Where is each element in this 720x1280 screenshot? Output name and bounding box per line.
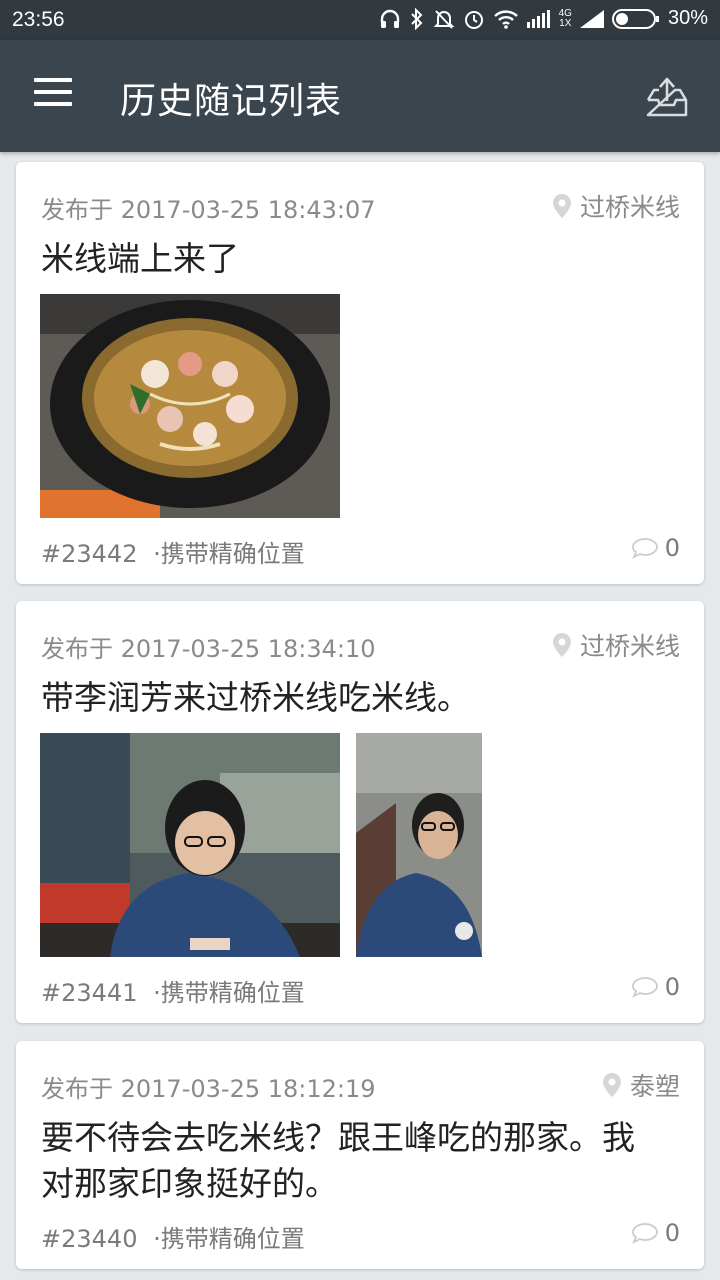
post-text: 要不待会去吃米线？跟王峰吃的那家。我对那家印象挺好的。 xyxy=(41,1118,635,1203)
post-photo-person-1[interactable] xyxy=(40,733,340,957)
page-title: 历史随记列表 xyxy=(120,81,343,122)
location[interactable]: 过桥米线 xyxy=(552,627,680,663)
post-card[interactable]: 发布于 2017-03-25 18:12:19 泰塑 要不待会去吃米线？跟王峰吃… xyxy=(16,1041,704,1269)
post-card[interactable]: 发布于 2017-03-25 18:34:10 过桥米线 带李润芳来过桥米线吃米… xyxy=(16,601,704,1023)
post-text: 米线端上来了 xyxy=(41,239,239,278)
hamburger-menu-icon[interactable] xyxy=(34,78,78,114)
comment-button[interactable]: 0 xyxy=(631,973,680,1001)
map-pin-icon xyxy=(552,194,571,218)
location-label: 过桥米线 xyxy=(579,193,680,222)
post-number: #23442 xyxy=(41,540,138,568)
precise-location-tag: ·携带精确位置 xyxy=(153,1225,305,1253)
post-card[interactable]: 发布于 2017-03-25 18:43:07 过桥米线 米线端上来了 #234… xyxy=(16,162,704,584)
wifi-icon xyxy=(493,8,519,30)
comment-count: 0 xyxy=(664,973,680,1001)
precise-location-tag: ·携带精确位置 xyxy=(153,540,305,568)
sim-label: 1X xyxy=(559,17,572,29)
status-icons: 4G 1X 30% xyxy=(379,7,708,30)
location[interactable]: 泰塑 xyxy=(602,1067,680,1103)
publish-time: 发布于 2017-03-25 18:43:07 xyxy=(41,196,376,224)
post-photo-noodles[interactable] xyxy=(40,294,340,518)
battery-level: 30% xyxy=(667,7,708,29)
post-number: #23440 xyxy=(41,1225,138,1253)
clock: 23:56 xyxy=(12,8,65,31)
post-id: #23442 ·携带精确位置 xyxy=(41,534,305,569)
map-pin-icon xyxy=(552,633,571,657)
location-label: 泰塑 xyxy=(629,1072,680,1101)
alarm-icon xyxy=(463,8,485,30)
bluetooth-icon xyxy=(409,7,425,30)
post-photo-person-2[interactable] xyxy=(356,733,482,957)
status-bar: 23:56 4G 1X 30% xyxy=(0,0,720,40)
map-pin-icon xyxy=(602,1073,621,1097)
signal-4g-icon xyxy=(526,9,551,28)
post-text: 带李润芳来过桥米线吃米线。 xyxy=(41,678,470,717)
battery-icon xyxy=(611,8,660,30)
bell-off-icon xyxy=(433,8,455,30)
network-type: 4G 1X xyxy=(558,7,572,29)
comment-icon xyxy=(631,977,658,998)
comment-button[interactable]: 0 xyxy=(631,534,680,562)
precise-location-tag: ·携带精确位置 xyxy=(153,979,305,1007)
location-label: 过桥米线 xyxy=(579,632,680,661)
network-label: 4G xyxy=(558,7,572,19)
upload-tray-icon[interactable] xyxy=(644,74,690,120)
headset-icon xyxy=(379,8,401,30)
comment-icon xyxy=(631,538,658,559)
post-id: #23441 ·携带精确位置 xyxy=(41,973,305,1008)
publish-time: 发布于 2017-03-25 18:12:19 xyxy=(41,1075,376,1103)
post-number: #23441 xyxy=(41,979,138,1007)
post-id: #23440 ·携带精确位置 xyxy=(41,1219,305,1254)
location[interactable]: 过桥米线 xyxy=(552,188,680,224)
comment-count: 0 xyxy=(664,1219,680,1247)
app-bar: 历史随记列表 xyxy=(0,40,720,152)
comment-icon xyxy=(631,1223,658,1244)
comment-button[interactable]: 0 xyxy=(631,1219,680,1247)
publish-time: 发布于 2017-03-25 18:34:10 xyxy=(41,635,376,663)
comment-count: 0 xyxy=(664,534,680,562)
signal-icon xyxy=(579,9,604,28)
